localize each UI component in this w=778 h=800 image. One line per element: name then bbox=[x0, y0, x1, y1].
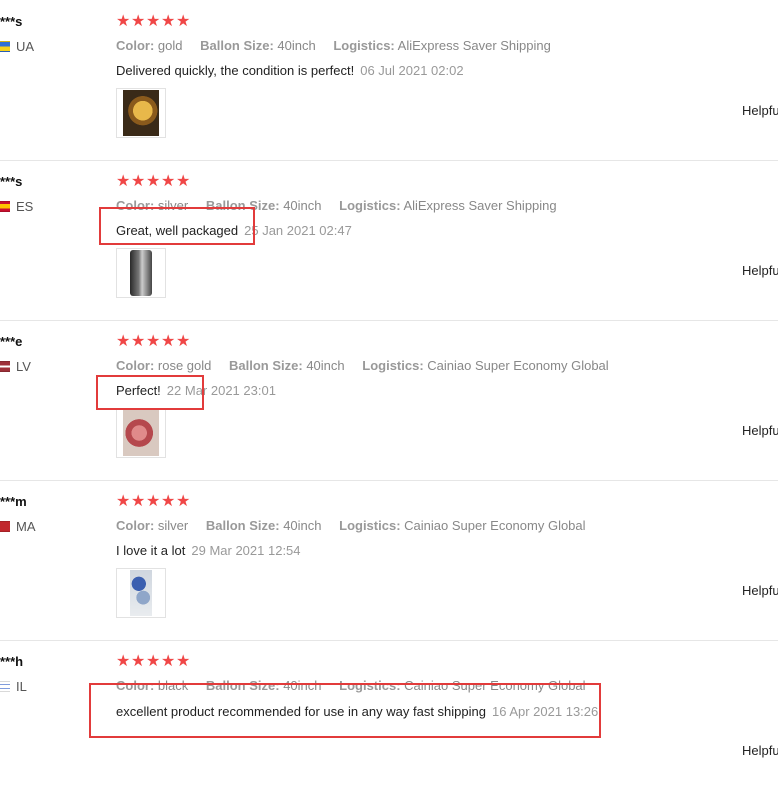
country-code: MA bbox=[16, 519, 36, 534]
flag-es-icon bbox=[0, 201, 10, 212]
review-comment: I love it a lot 29 Mar 2021 12:54 bbox=[116, 543, 301, 558]
rating-stars: ★★★★★ bbox=[116, 653, 191, 671]
helpful-button[interactable]: Helpfu bbox=[742, 263, 778, 278]
star-icon: ★ bbox=[116, 173, 132, 190]
star-icon: ★ bbox=[146, 493, 162, 510]
photo-silver-balloon-icon bbox=[130, 250, 152, 296]
logistics-value: AliExpress Saver Shipping bbox=[403, 198, 557, 213]
review-photo-thumbnail[interactable] bbox=[116, 408, 166, 458]
star-icon: ★ bbox=[146, 653, 162, 670]
highlight-box bbox=[96, 375, 204, 410]
helpful-button[interactable]: Helpfu bbox=[742, 103, 778, 118]
review-date: 29 Mar 2021 12:54 bbox=[191, 543, 301, 558]
star-icon: ★ bbox=[116, 13, 132, 30]
logistics-value: Cainiao Super Economy Global bbox=[404, 518, 586, 533]
star-icon: ★ bbox=[131, 173, 147, 190]
size-value: 40inch bbox=[277, 38, 316, 53]
star-icon: ★ bbox=[116, 333, 132, 350]
star-icon: ★ bbox=[161, 333, 177, 350]
helpful-button[interactable]: Helpfu bbox=[742, 743, 778, 758]
color-value: silver bbox=[157, 518, 189, 533]
flag-il-icon bbox=[0, 681, 10, 692]
star-icon: ★ bbox=[131, 333, 147, 350]
review-text: I love it a lot bbox=[116, 543, 186, 558]
star-icon: ★ bbox=[116, 653, 132, 670]
star-icon: ★ bbox=[116, 493, 132, 510]
country-code: LV bbox=[16, 359, 31, 374]
star-icon: ★ bbox=[131, 653, 147, 670]
review-photo-thumbnail[interactable] bbox=[116, 88, 166, 138]
country-code: IL bbox=[16, 679, 27, 694]
photo-gold-balloon-icon bbox=[123, 90, 159, 136]
flag-ua-icon bbox=[0, 41, 10, 52]
star-icon: ★ bbox=[176, 13, 192, 30]
review-country: LV bbox=[0, 359, 31, 374]
color-value: gold bbox=[157, 38, 183, 53]
helpful-button[interactable]: Helpfu bbox=[742, 423, 778, 438]
color-value: rose gold bbox=[157, 358, 212, 373]
star-icon: ★ bbox=[131, 493, 147, 510]
star-icon: ★ bbox=[161, 13, 177, 30]
review-text: Delivered quickly, the condition is perf… bbox=[116, 63, 355, 78]
highlight-box bbox=[99, 207, 255, 245]
size-label: Ballon Size: bbox=[200, 38, 274, 53]
photo-balloon-bouquet-icon bbox=[130, 570, 152, 616]
country-code: ES bbox=[16, 199, 34, 214]
review-country: ES bbox=[0, 199, 33, 214]
review-item: ***m MA ★★★★★ Color: silver Ballon Size:… bbox=[0, 480, 778, 641]
star-icon: ★ bbox=[131, 13, 147, 30]
size-value: 40inch bbox=[283, 518, 322, 533]
logistics-value: Cainiao Super Economy Global bbox=[427, 358, 609, 373]
star-icon: ★ bbox=[146, 173, 162, 190]
review-username: ***h bbox=[0, 654, 24, 669]
review-attributes: Color: gold Ballon Size: 40inch Logistic… bbox=[116, 38, 565, 53]
helpful-button[interactable]: Helpfu bbox=[742, 583, 778, 598]
review-username: ***s bbox=[0, 174, 23, 189]
star-icon: ★ bbox=[176, 493, 192, 510]
star-icon: ★ bbox=[146, 13, 162, 30]
logistics-label: Logistics: bbox=[333, 38, 395, 53]
rating-stars: ★★★★★ bbox=[116, 493, 191, 511]
star-icon: ★ bbox=[176, 173, 192, 190]
flag-ma-icon bbox=[0, 521, 10, 532]
review-photo-thumbnail[interactable] bbox=[116, 248, 166, 298]
review-photo-thumbnail[interactable] bbox=[116, 568, 166, 618]
review-date: 25 Jan 2021 02:47 bbox=[244, 223, 352, 238]
review-username: ***s bbox=[0, 14, 23, 29]
size-label: Ballon Size: bbox=[229, 358, 303, 373]
review-country: UA bbox=[0, 39, 34, 54]
review-username: ***m bbox=[0, 494, 27, 509]
review-attributes: Color: rose gold Ballon Size: 40inch Log… bbox=[116, 358, 623, 373]
size-value: 40inch bbox=[306, 358, 345, 373]
review-comment: Delivered quickly, the condition is perf… bbox=[116, 63, 464, 78]
logistics-label: Logistics: bbox=[339, 518, 401, 533]
review-attributes: Color: silver Ballon Size: 40inch Logist… bbox=[116, 518, 600, 533]
star-icon: ★ bbox=[161, 653, 177, 670]
review-item: ***s UA ★★★★★ Color: gold Ballon Size: 4… bbox=[0, 0, 778, 161]
rating-stars: ★★★★★ bbox=[116, 333, 191, 351]
size-label: Ballon Size: bbox=[205, 518, 280, 533]
star-icon: ★ bbox=[161, 173, 177, 190]
color-label: Color: bbox=[116, 358, 155, 373]
star-icon: ★ bbox=[161, 493, 177, 510]
star-icon: ★ bbox=[176, 333, 192, 350]
review-country: MA bbox=[0, 519, 36, 534]
logistics-value: AliExpress Saver Shipping bbox=[397, 38, 551, 53]
flag-lv-icon bbox=[0, 361, 10, 372]
logistics-label: Logistics: bbox=[362, 358, 424, 373]
star-icon: ★ bbox=[176, 653, 192, 670]
review-username: ***e bbox=[0, 334, 23, 349]
review-date: 06 Jul 2021 02:02 bbox=[360, 63, 464, 78]
country-code: UA bbox=[16, 39, 35, 54]
rating-stars: ★★★★★ bbox=[116, 13, 191, 31]
rating-stars: ★★★★★ bbox=[116, 173, 191, 191]
star-icon: ★ bbox=[146, 333, 162, 350]
color-label: Color: bbox=[116, 38, 155, 53]
review-country: IL bbox=[0, 679, 27, 694]
color-label: Color: bbox=[116, 518, 155, 533]
highlight-box bbox=[89, 683, 601, 738]
size-value: 40inch bbox=[283, 198, 322, 213]
photo-rose-gold-balloon-icon bbox=[123, 410, 159, 456]
logistics-label: Logistics: bbox=[339, 198, 401, 213]
